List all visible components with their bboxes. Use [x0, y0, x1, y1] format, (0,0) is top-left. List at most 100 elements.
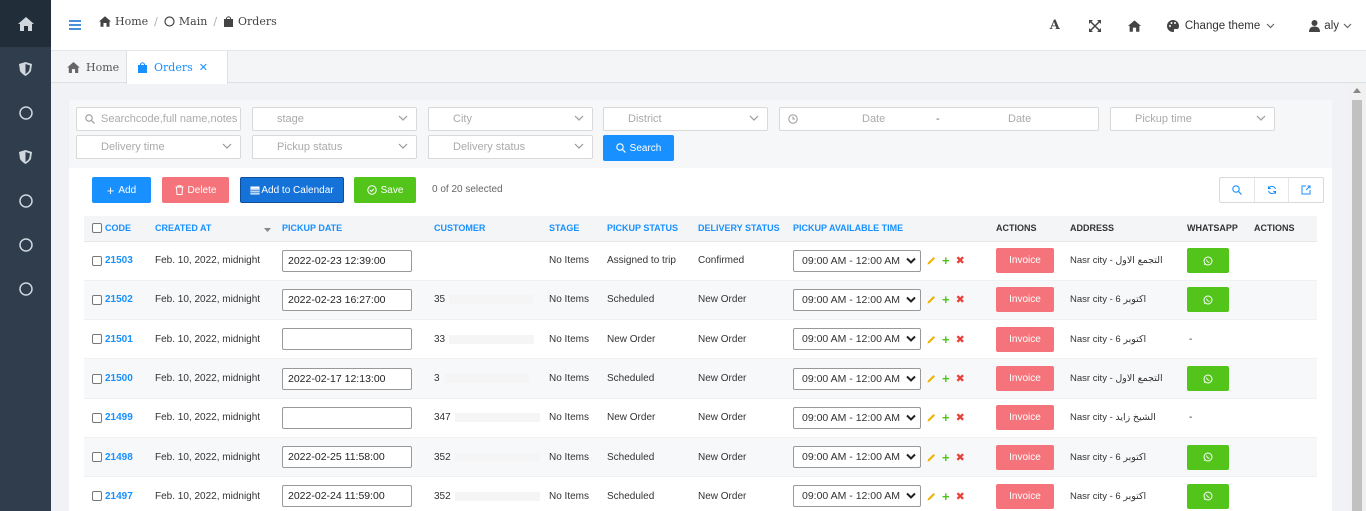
col-customer[interactable]: CUSTOMER — [431, 216, 546, 242]
invoice-button[interactable]: Invoice — [996, 248, 1054, 274]
col-pickup-date[interactable]: PICKUP DATE — [279, 216, 431, 242]
tab-orders[interactable]: Orders ✕ — [126, 51, 228, 84]
sidebar-item-security[interactable] — [0, 47, 51, 91]
pencil-icon[interactable] — [927, 492, 936, 501]
invoice-button[interactable]: Invoice — [996, 287, 1054, 313]
order-code-link[interactable]: 21503 — [105, 255, 133, 266]
pickup-date-input[interactable]: 2022-02-24 11:59:00 — [282, 485, 412, 508]
pickup-time-select[interactable]: 09:00 AM - 12:00 AM — [793, 328, 921, 351]
row-checkbox[interactable] — [92, 412, 102, 423]
delete-button[interactable]: Delete — [162, 177, 229, 203]
export-icon[interactable] — [1289, 178, 1323, 202]
row-checkbox[interactable] — [92, 373, 102, 384]
breadcrumb-home[interactable]: Home — [99, 15, 148, 28]
plus-icon[interactable]: + — [942, 450, 950, 465]
sort-down-icon[interactable] — [264, 228, 271, 232]
date-range-picker[interactable]: Date - Date — [779, 107, 1099, 131]
invoice-button[interactable]: Invoice — [996, 444, 1054, 470]
pencil-icon[interactable] — [927, 453, 936, 462]
col-created-at[interactable]: CREATED AT — [152, 216, 279, 242]
save-button[interactable]: Save — [354, 177, 416, 203]
breadcrumb-main[interactable]: Main — [164, 15, 207, 28]
pickup-time-select[interactable]: 09:00 AM - 12:00 AM — [793, 288, 921, 311]
plus-icon[interactable]: + — [942, 410, 950, 425]
search-icon[interactable] — [1220, 178, 1255, 202]
sidebar-item-circle-1[interactable] — [0, 91, 51, 135]
pickup-time-select[interactable]: 09:00 AM - 12:00 AM — [793, 406, 921, 429]
scroll-up-icon[interactable] — [1353, 88, 1361, 93]
col-pickup-time[interactable]: PICKUP AVAILABLE TIME — [790, 216, 993, 242]
fullscreen-icon[interactable] — [1075, 19, 1115, 32]
invoice-button[interactable]: Invoice — [996, 326, 1054, 352]
row-checkbox[interactable] — [92, 255, 102, 266]
select-all-checkbox[interactable] — [92, 223, 102, 234]
col-code[interactable]: CODE — [102, 216, 152, 242]
pickup-time-select[interactable]: Pickup time — [1110, 107, 1275, 131]
plus-icon[interactable]: + — [942, 292, 950, 307]
pickup-date-input[interactable] — [282, 328, 412, 351]
delete-icon[interactable]: ✖ — [956, 372, 965, 385]
stage-select[interactable]: stage — [252, 107, 417, 131]
pencil-icon[interactable] — [927, 335, 936, 344]
pencil-icon[interactable] — [927, 256, 936, 265]
delete-icon[interactable]: ✖ — [956, 333, 965, 346]
delete-icon[interactable]: ✖ — [956, 451, 965, 464]
change-theme-dropdown[interactable]: Change theme — [1166, 19, 1275, 32]
delete-icon[interactable]: ✖ — [956, 254, 965, 267]
user-menu[interactable]: aly — [1309, 19, 1352, 32]
pickup-date-input[interactable]: 2022-02-17 12:13:00 — [282, 367, 412, 390]
order-code-link[interactable]: 21501 — [105, 334, 133, 345]
delete-icon[interactable]: ✖ — [956, 411, 965, 424]
font-size-icon[interactable]: A — [1035, 18, 1075, 33]
col-stage[interactable]: STAGE — [546, 216, 604, 242]
tab-home[interactable]: Home — [57, 51, 129, 83]
delivery-status-select[interactable]: Delivery status — [428, 135, 593, 159]
pencil-icon[interactable] — [927, 413, 936, 422]
menu-toggle-icon[interactable] — [69, 18, 81, 32]
order-code-link[interactable]: 21502 — [105, 294, 133, 305]
invoice-button[interactable]: Invoice — [996, 366, 1054, 392]
page-scrollbar[interactable] — [1349, 83, 1366, 511]
delete-icon[interactable]: ✖ — [956, 490, 965, 503]
add-button[interactable]: + Add — [92, 177, 151, 203]
pickup-status-select[interactable]: Pickup status — [252, 135, 417, 159]
row-checkbox[interactable] — [92, 294, 102, 305]
pickup-date-input[interactable]: 2022-02-25 11:58:00 — [282, 446, 412, 469]
whatsapp-button[interactable] — [1187, 248, 1229, 274]
row-checkbox[interactable] — [92, 334, 102, 345]
add-to-calendar-button[interactable]: Add to Calendar — [240, 177, 344, 203]
invoice-button[interactable]: Invoice — [996, 405, 1054, 431]
col-delivery-status[interactable]: DELIVERY STATUS — [695, 216, 790, 242]
close-icon[interactable]: ✕ — [199, 61, 208, 74]
home-icon[interactable] — [1115, 19, 1155, 32]
breadcrumb-orders[interactable]: Orders — [223, 15, 277, 28]
whatsapp-button[interactable] — [1187, 366, 1229, 392]
whatsapp-button[interactable] — [1187, 483, 1229, 509]
pickup-date-input[interactable]: 2022-02-23 12:39:00 — [282, 249, 412, 272]
sidebar-item-security-2[interactable] — [0, 135, 51, 179]
plus-icon[interactable]: + — [942, 253, 950, 268]
city-select[interactable]: City — [428, 107, 593, 131]
order-code-link[interactable]: 21500 — [105, 373, 133, 384]
pickup-time-select[interactable]: 09:00 AM - 12:00 AM — [793, 249, 921, 272]
delivery-time-select[interactable]: Delivery time — [76, 135, 241, 159]
pickup-date-input[interactable] — [282, 406, 412, 429]
plus-icon[interactable]: + — [942, 332, 950, 347]
refresh-icon[interactable] — [1255, 178, 1290, 202]
district-select[interactable]: District — [603, 107, 768, 131]
sidebar-item-circle-4[interactable] — [0, 267, 51, 311]
pickup-time-select[interactable]: 09:00 AM - 12:00 AM — [793, 367, 921, 390]
order-code-link[interactable]: 21498 — [105, 452, 133, 463]
invoice-button[interactable]: Invoice — [996, 483, 1054, 509]
order-code-link[interactable]: 21499 — [105, 412, 133, 423]
sidebar-item-circle-2[interactable] — [0, 179, 51, 223]
col-pickup-status[interactable]: PICKUP STATUS — [604, 216, 695, 242]
pencil-icon[interactable] — [927, 295, 936, 304]
pickup-date-input[interactable]: 2022-02-23 16:27:00 — [282, 288, 412, 311]
search-button[interactable]: Search — [603, 135, 674, 161]
plus-icon[interactable]: + — [942, 371, 950, 386]
row-checkbox[interactable] — [92, 452, 102, 463]
scrollbar-thumb[interactable] — [1352, 100, 1362, 511]
whatsapp-button[interactable] — [1187, 444, 1229, 470]
pickup-time-select[interactable]: 09:00 AM - 12:00 AM — [793, 485, 921, 508]
